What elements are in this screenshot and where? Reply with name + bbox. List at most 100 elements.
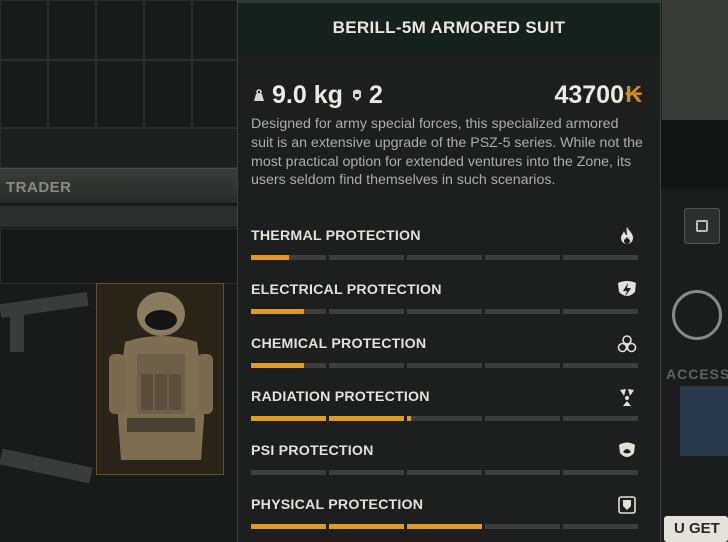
trader-header[interactable]: TRADER (0, 168, 238, 204)
grid-cell (144, 60, 192, 128)
bar-segment (407, 309, 482, 314)
grid-cell (0, 0, 48, 60)
bar-segment (251, 416, 326, 421)
radiation-icon (616, 386, 638, 408)
weight-icon (254, 89, 264, 101)
grid-cell (96, 60, 144, 128)
bar-segment (251, 524, 326, 529)
biohazard-icon (616, 333, 638, 355)
trader-shelf (0, 206, 238, 228)
armor-icon (616, 494, 638, 516)
panel-section (660, 120, 728, 190)
protection-bar (251, 470, 638, 475)
get-button-label: U GET (674, 520, 720, 537)
protection-label: PHYSICAL PROTECTION (251, 497, 424, 513)
armored-suit-image (109, 292, 213, 460)
backpack-image[interactable] (662, 0, 728, 120)
accessories-label: ACCESS (666, 366, 728, 382)
item-description: Designed for army special forces, this s… (251, 116, 643, 189)
protection-bar (251, 416, 638, 421)
grid-cell (48, 60, 96, 128)
bar-segment (485, 470, 560, 475)
bar-segment (251, 309, 326, 314)
bar-segment (563, 416, 638, 421)
grid-cell (144, 0, 192, 60)
protection-row: CHEMICAL PROTECTION (251, 333, 638, 376)
bar-segment (563, 524, 638, 529)
price-value: 43700 (554, 81, 624, 109)
rifle-image[interactable] (0, 448, 93, 484)
bar-fill (407, 416, 411, 421)
slots-icon (353, 89, 361, 101)
battery-image[interactable] (680, 386, 728, 456)
psi-shield-icon (616, 440, 638, 462)
bar-segment (251, 255, 326, 260)
bar-segment (563, 255, 638, 260)
bar-segment (329, 524, 404, 529)
inventory-panel: TRADER (0, 0, 238, 542)
item-tooltip: BERILL-5M ARMORED SUIT 9.0 kg 2 43700 ₭ … (237, 0, 661, 542)
bar-segment (563, 363, 638, 368)
protection-row: PHYSICAL PROTECTION (251, 494, 638, 537)
tooltip-header: BERILL-5M ARMORED SUIT (238, 0, 660, 54)
protection-row: RADIATION PROTECTION (251, 389, 638, 429)
weight-value: 9.0 kg (272, 81, 343, 109)
bar-segment (329, 255, 404, 260)
grid-cell (0, 128, 238, 168)
slot-icon (696, 220, 708, 232)
grid-cell (192, 60, 238, 128)
grid-cell (192, 0, 238, 60)
bar-fill (407, 524, 482, 529)
protection-label: CHEMICAL PROTECTION (251, 336, 427, 352)
slots-value: 2 (369, 81, 383, 109)
bar-segment (563, 309, 638, 314)
bar-segment (485, 416, 560, 421)
grid-cell (0, 60, 48, 128)
protection-row: PSI PROTECTION (251, 440, 638, 483)
bar-segment (329, 309, 404, 314)
bar-segment (329, 363, 404, 368)
bar-segment (407, 470, 482, 475)
protection-label: THERMAL PROTECTION (251, 228, 421, 244)
bar-fill (251, 524, 326, 529)
item-title: BERILL-5M ARMORED SUIT (332, 18, 566, 37)
bar-segment (485, 309, 560, 314)
bar-fill (251, 416, 326, 421)
bar-fill (329, 524, 404, 529)
bar-segment (407, 524, 482, 529)
bar-segment (251, 470, 326, 475)
protection-bar (251, 309, 638, 314)
item-slot-button[interactable] (684, 208, 720, 244)
trader-label: TRADER (6, 179, 72, 196)
protection-bar (251, 363, 638, 368)
get-button[interactable]: U GET (664, 516, 728, 542)
lightning-shield-icon (616, 279, 638, 301)
protection-row: ELECTRICAL PROTECTION (251, 279, 638, 322)
bar-segment (485, 363, 560, 368)
rifle-grip (10, 312, 24, 352)
bar-segment (329, 470, 404, 475)
bar-segment (563, 470, 638, 475)
bar-segment (407, 255, 482, 260)
grid-cell (0, 228, 238, 284)
bar-segment (329, 416, 404, 421)
bar-segment (485, 524, 560, 529)
bar-segment (407, 363, 482, 368)
bar-segment (407, 416, 482, 421)
protection-bar (251, 255, 638, 260)
currency-icon: ₭ (625, 81, 642, 107)
armored-suit-slot[interactable] (96, 283, 224, 475)
bar-fill (251, 255, 289, 260)
protection-row: THERMAL PROTECTION (251, 227, 638, 268)
bar-fill (329, 416, 404, 421)
bar-fill (251, 363, 304, 368)
grid-cell (48, 0, 96, 60)
protection-label: RADIATION PROTECTION (251, 389, 430, 405)
protection-label: ELECTRICAL PROTECTION (251, 282, 442, 298)
bar-fill (251, 309, 304, 314)
protection-label: PSI PROTECTION (251, 443, 374, 459)
gasmask-image[interactable] (672, 290, 722, 340)
item-stats: 9.0 kg 2 43700 ₭ (252, 80, 642, 112)
trade-panel: ACCESS U GET (660, 0, 728, 542)
protection-bar (251, 524, 638, 529)
